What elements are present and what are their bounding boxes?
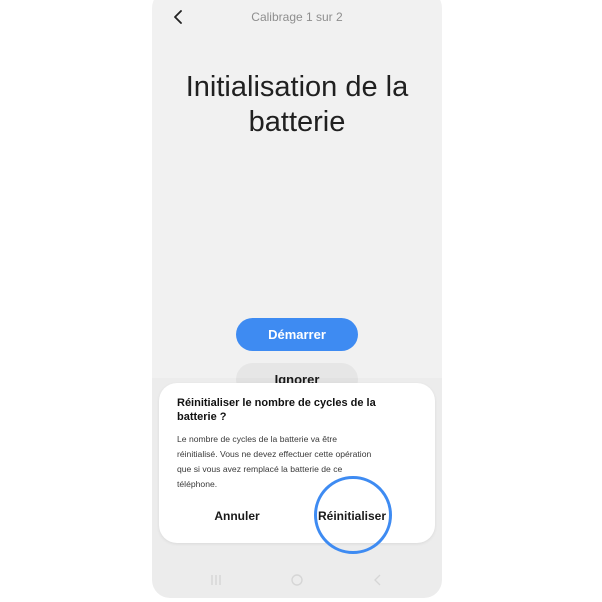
calibration-step: Calibrage 1 sur 2 xyxy=(251,10,343,24)
dialog-title-line-2: batterie ? xyxy=(177,411,227,423)
reset-button[interactable]: Réinitialiser xyxy=(306,507,398,525)
dialog-message-line: que si vous avez remplacé la batterie de… xyxy=(177,464,343,474)
dialog-title-line-1: Réinitialiser le nombre de cycles de la xyxy=(177,397,376,409)
dialog-message-line: téléphone. xyxy=(177,479,218,489)
dialog-message-line: Le nombre de cycles de la batterie va êt… xyxy=(177,434,338,444)
reset-cycles-dialog: Réinitialiser le nombre de cycles de la … xyxy=(159,383,435,554)
phone-screen: Calibrage 1 sur 2 Initialisation de la b… xyxy=(152,0,442,598)
recent-apps-icon[interactable] xyxy=(209,573,223,587)
dialog-message: Le nombre de cycles de la batterie va êt… xyxy=(177,432,422,492)
dialog-title: Réinitialiser le nombre de cycles de la … xyxy=(177,396,417,424)
page-title: Initialisation de la batterie xyxy=(152,70,442,140)
home-icon[interactable] xyxy=(290,573,304,587)
title-line-1: Initialisation de la xyxy=(185,71,409,103)
title-line-2: batterie xyxy=(248,106,346,138)
navigation-bar xyxy=(152,570,442,596)
dialog-message-line: réinitialisé. Vous ne devez effectuer ce… xyxy=(177,449,372,459)
back-icon[interactable] xyxy=(371,573,385,587)
cancel-button[interactable]: Annuler xyxy=(197,507,277,525)
start-button[interactable]: Démarrer xyxy=(236,318,358,351)
